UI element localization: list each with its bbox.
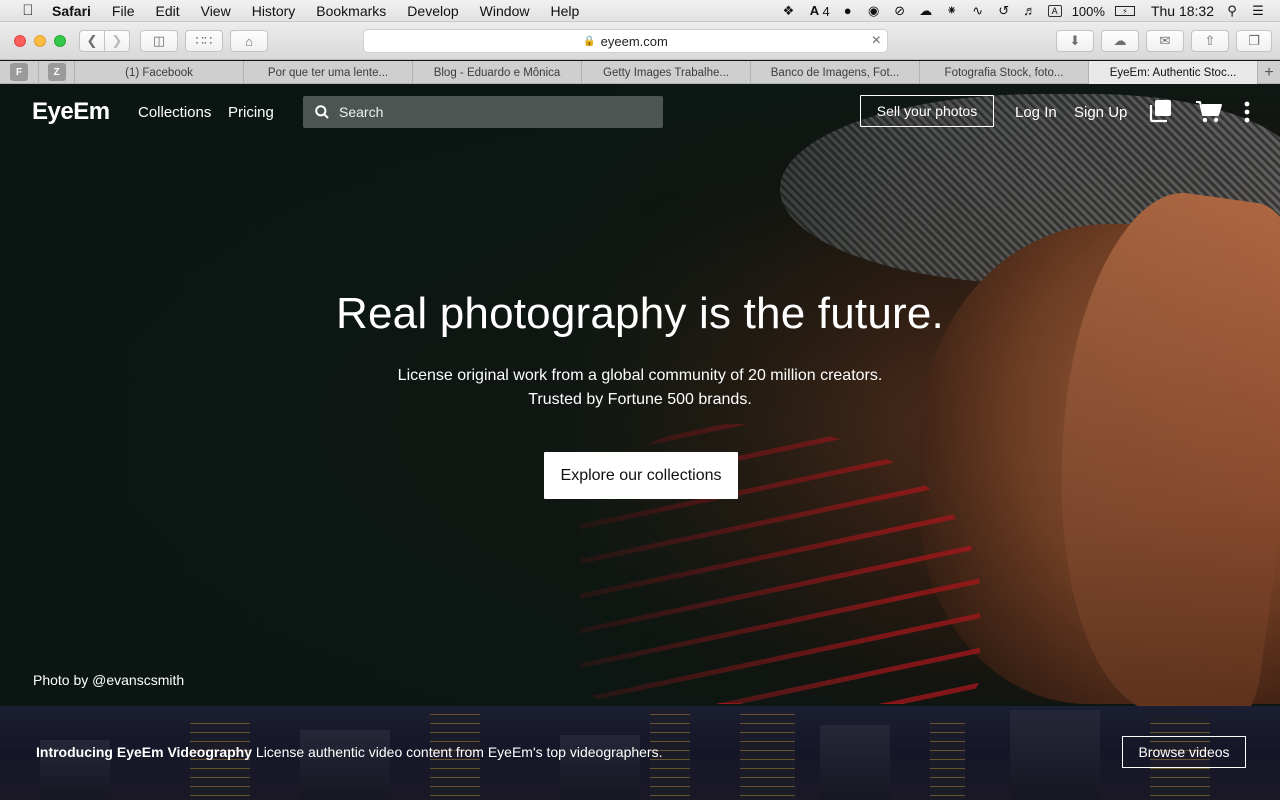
menu-develop[interactable]: Develop <box>407 3 458 19</box>
back-button[interactable]: ❮ <box>79 30 105 52</box>
lock-icon: 🔒 <box>583 35 596 47</box>
menu-help[interactable]: Help <box>550 3 579 19</box>
macos-menubar:  Safari File Edit View History Bookmark… <box>0 0 1280 22</box>
tab-blog[interactable]: Blog - Eduardo e Mônica <box>412 61 581 84</box>
downloads-button[interactable]: ⬇ <box>1056 30 1094 52</box>
home-button[interactable]: ⌂ <box>230 30 268 52</box>
blocked-icon[interactable]: ⊘ <box>892 4 908 18</box>
forward-button[interactable]: ❯ <box>104 30 130 52</box>
chevron-right-icon: ❯ <box>111 33 123 48</box>
cloud-sync-icon[interactable]: ☁ <box>918 4 934 18</box>
sidebar-icon: ◫ <box>152 33 166 48</box>
videography-title: Introducing EyeEm Videography <box>36 744 253 760</box>
videography-description: License authentic video content from Eye… <box>252 744 663 760</box>
apple-icon[interactable]:  <box>18 2 38 19</box>
tab-facebook[interactable]: (1) Facebook <box>74 61 243 84</box>
home-icon: ⌂ <box>245 33 253 49</box>
menu-view[interactable]: View <box>201 3 231 19</box>
photo-credit[interactable]: Photo by @evanscsmith <box>33 672 184 688</box>
address-bar[interactable]: 🔒 eyeem.com × <box>363 29 888 53</box>
chevron-left-icon: ❮ <box>86 33 98 48</box>
adobe-icon[interactable]: A4 <box>806 3 830 19</box>
eyeem-logo[interactable]: EyeEm <box>32 98 110 126</box>
download-icon: ⬇ <box>1069 33 1081 48</box>
share-button[interactable]: ⇧ <box>1191 30 1229 52</box>
search-bar[interactable] <box>303 96 663 128</box>
tabs-icon: ❐ <box>1248 33 1260 48</box>
time-machine-icon[interactable]: ↺ <box>996 4 1012 18</box>
bluetooth-icon[interactable]: ⁕ <box>944 4 960 18</box>
explore-collections-button[interactable]: Explore our collections <box>544 452 738 499</box>
menu-app-safari[interactable]: Safari <box>52 3 91 19</box>
menu-edit[interactable]: Edit <box>155 3 179 19</box>
evernote-icon[interactable]: ● <box>840 4 856 18</box>
tab-lente[interactable]: Por que ter uma lente... <box>243 61 412 84</box>
mail-button[interactable]: ✉ <box>1146 30 1184 52</box>
tab-eyeem[interactable]: EyeEm: Authentic Stoc... <box>1088 61 1257 84</box>
minimize-window-button[interactable] <box>34 35 46 47</box>
battery-percent[interactable]: 100% <box>1072 4 1105 19</box>
browse-videos-button[interactable]: Browse videos <box>1122 736 1246 768</box>
sidebar-toggle-button[interactable]: ◫ <box>140 30 178 52</box>
web-page: EyeEm Collections Pricing Sell your phot… <box>0 84 1280 800</box>
zoom-window-button[interactable] <box>54 35 66 47</box>
tab-bar: F Z (1) Facebook Por que ter uma lente..… <box>0 61 1280 84</box>
menubar-status-area: ❖ A4 ● ◉ ⊘ ☁ ⁕ ∿ ↺ ♬ A 100% ⚡ Thu 18:32 … <box>780 0 1280 22</box>
nav-pricing[interactable]: Pricing <box>228 104 274 121</box>
pinned-tab-favicon: F <box>10 63 28 81</box>
url-text: eyeem.com <box>600 33 668 49</box>
tab-fotografia-stock[interactable]: Fotografia Stock, foto... <box>919 61 1088 84</box>
videography-text: Introducing EyeEm Videography License au… <box>36 744 662 760</box>
tab-overview-button[interactable]: ❐ <box>1236 30 1272 52</box>
menu-bookmarks[interactable]: Bookmarks <box>316 3 386 19</box>
menu-file[interactable]: File <box>112 3 135 19</box>
top-sites-button[interactable]: ∷∷ <box>185 30 223 52</box>
envelope-icon: ✉ <box>1159 33 1171 48</box>
hero-subtitle-line-2: Trusted by Fortune 500 brands. <box>528 391 752 408</box>
close-window-button[interactable] <box>14 35 26 47</box>
clock[interactable]: Thu 18:32 <box>1151 3 1214 19</box>
pinned-tab-2[interactable]: Z <box>38 61 74 83</box>
hero-headline: Real photography is the future. <box>336 289 944 338</box>
search-icon <box>315 105 329 119</box>
cloud-icon: ☁ <box>1113 33 1127 48</box>
pinned-tab-favicon: Z <box>47 63 66 81</box>
input-source-icon[interactable]: A <box>1047 5 1062 17</box>
browser-toolbar: ❮ ❯ ◫ ∷∷ ⌂ 🔒 eyeem.com × ⬇ ☁ ✉ ⇧ ❐ <box>0 22 1280 60</box>
plus-icon: + <box>1264 63 1274 81</box>
sell-your-photos-button[interactable]: Sell your photos <box>860 95 994 127</box>
more-menu-icon[interactable] <box>1243 101 1251 123</box>
tab-banco-imagens[interactable]: Banco de Imagens, Fot... <box>750 61 919 84</box>
signup-link[interactable]: Sign Up <box>1074 104 1127 121</box>
menu-window[interactable]: Window <box>480 3 530 19</box>
new-tab-button[interactable]: + <box>1257 61 1280 84</box>
search-input[interactable] <box>339 104 639 120</box>
grid-icon: ∷∷ <box>195 33 213 48</box>
adobe-count: 4 <box>822 3 830 19</box>
lock-status-icon[interactable]: ◉ <box>866 4 882 18</box>
cart-icon[interactable] <box>1195 100 1223 124</box>
login-link[interactable]: Log In <box>1015 104 1057 121</box>
notification-center-icon[interactable]: ☰ <box>1250 4 1266 18</box>
hero-subtitle-line-1: License original work from a global comm… <box>397 367 883 384</box>
nav-collections[interactable]: Collections <box>138 104 211 121</box>
dropbox-icon[interactable]: ❖ <box>780 4 796 18</box>
tab-getty[interactable]: Getty Images Trabalhe... <box>581 61 750 84</box>
menu-history[interactable]: History <box>252 3 296 19</box>
spotlight-icon[interactable]: ⚲ <box>1224 4 1240 18</box>
volume-icon[interactable]: ♬ <box>1022 4 1038 18</box>
stop-loading-icon[interactable]: × <box>872 32 881 50</box>
videography-banner: Introducing EyeEm Videography License au… <box>0 706 1280 800</box>
icloud-button[interactable]: ☁ <box>1101 30 1139 52</box>
lightbox-icon[interactable] <box>1149 99 1173 123</box>
pinned-tab-1[interactable]: F <box>0 61 38 83</box>
share-icon: ⇧ <box>1204 33 1216 48</box>
wifi-icon[interactable]: ∿ <box>970 4 986 18</box>
battery-icon[interactable]: ⚡ <box>1114 6 1135 16</box>
hero-section: EyeEm Collections Pricing Sell your phot… <box>0 84 1280 728</box>
